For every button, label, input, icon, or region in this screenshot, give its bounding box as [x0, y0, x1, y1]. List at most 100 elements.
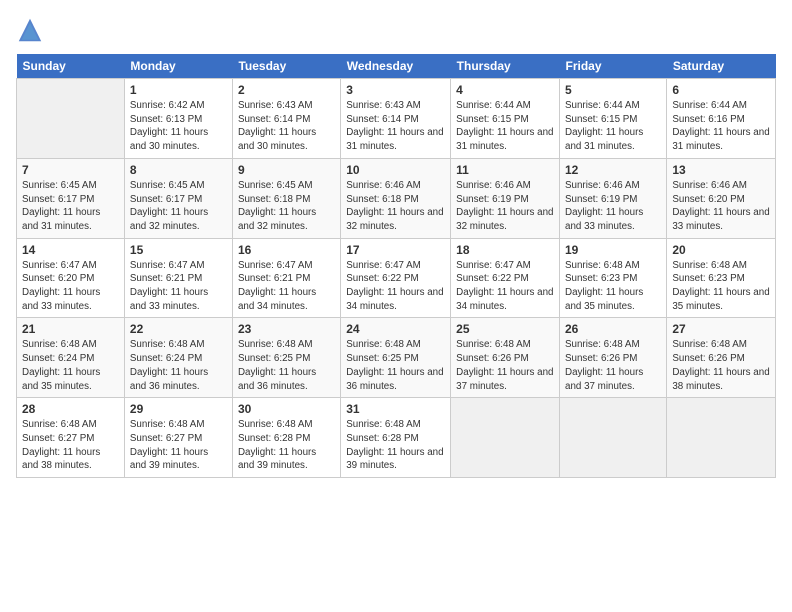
calendar-cell: 20 Sunrise: 6:48 AM Sunset: 6:23 PM Dayli… [667, 238, 776, 318]
day-info: Sunrise: 6:48 AM Sunset: 6:23 PM Dayligh… [565, 259, 661, 314]
day-number: 23 [238, 322, 335, 336]
day-info: Sunrise: 6:48 AM Sunset: 6:26 PM Dayligh… [565, 338, 661, 393]
calendar-cell: 13 Sunrise: 6:46 AM Sunset: 6:20 PM Dayli… [667, 158, 776, 238]
day-info: Sunrise: 6:47 AM Sunset: 6:22 PM Dayligh… [346, 259, 445, 314]
calendar-cell: 19 Sunrise: 6:48 AM Sunset: 6:23 PM Dayli… [560, 238, 667, 318]
calendar-cell: 1 Sunrise: 6:42 AM Sunset: 6:13 PM Daylig… [124, 79, 232, 159]
day-info: Sunrise: 6:45 AM Sunset: 6:17 PM Dayligh… [22, 179, 119, 234]
calendar-week-row: 21Sunrise: 6:48 AM Sunset: 6:24 PM Dayli… [17, 318, 776, 398]
calendar-cell: 28 Sunrise: 6:48 AM Sunset: 6:27 PM Dayli… [17, 398, 125, 478]
day-number: 19 [565, 243, 661, 257]
day-info: Sunrise: 6:48 AM Sunset: 6:27 PM Dayligh… [130, 418, 227, 473]
calendar-week-row: 7 Sunrise: 6:45 AM Sunset: 6:17 PM Daylig… [17, 158, 776, 238]
calendar-cell: 10Sunrise: 6:46 AM Sunset: 6:18 PM Dayli… [341, 158, 451, 238]
calendar-table: SundayMondayTuesdayWednesdayThursdayFrid… [16, 54, 776, 478]
calendar-cell: 12 Sunrise: 6:46 AM Sunset: 6:19 PM Dayli… [560, 158, 667, 238]
day-number: 29 [130, 402, 227, 416]
day-info: Sunrise: 6:45 AM Sunset: 6:17 PM Dayligh… [130, 179, 227, 234]
day-info: Sunrise: 6:46 AM Sunset: 6:20 PM Dayligh… [672, 179, 770, 234]
day-number: 31 [346, 402, 445, 416]
day-number: 6 [672, 83, 770, 97]
calendar-cell: 14 Sunrise: 6:47 AM Sunset: 6:20 PM Dayli… [17, 238, 125, 318]
calendar-header-wednesday: Wednesday [341, 54, 451, 79]
calendar-cell: 30Sunrise: 6:48 AM Sunset: 6:28 PM Dayli… [232, 398, 340, 478]
calendar-week-row: 1 Sunrise: 6:42 AM Sunset: 6:13 PM Daylig… [17, 79, 776, 159]
day-number: 17 [346, 243, 445, 257]
calendar-cell: 2 Sunrise: 6:43 AM Sunset: 6:14 PM Daylig… [232, 79, 340, 159]
day-number: 2 [238, 83, 335, 97]
day-number: 8 [130, 163, 227, 177]
day-info: Sunrise: 6:44 AM Sunset: 6:15 PM Dayligh… [565, 99, 661, 154]
day-info: Sunrise: 6:46 AM Sunset: 6:19 PM Dayligh… [456, 179, 554, 234]
day-number: 3 [346, 83, 445, 97]
calendar-header-monday: Monday [124, 54, 232, 79]
calendar-header-sunday: Sunday [17, 54, 125, 79]
day-info: Sunrise: 6:47 AM Sunset: 6:21 PM Dayligh… [238, 259, 335, 314]
day-info: Sunrise: 6:46 AM Sunset: 6:18 PM Dayligh… [346, 179, 445, 234]
day-number: 14 [22, 243, 119, 257]
calendar-cell: 5 Sunrise: 6:44 AM Sunset: 6:15 PM Daylig… [560, 79, 667, 159]
calendar-cell: 21Sunrise: 6:48 AM Sunset: 6:24 PM Dayli… [17, 318, 125, 398]
calendar-cell [17, 79, 125, 159]
calendar-cell: 16Sunrise: 6:47 AM Sunset: 6:21 PM Dayli… [232, 238, 340, 318]
day-number: 20 [672, 243, 770, 257]
day-info: Sunrise: 6:48 AM Sunset: 6:28 PM Dayligh… [238, 418, 335, 473]
calendar-cell: 24 Sunrise: 6:48 AM Sunset: 6:25 PM Dayli… [341, 318, 451, 398]
day-number: 28 [22, 402, 119, 416]
calendar-cell: 9Sunrise: 6:45 AM Sunset: 6:18 PM Daylig… [232, 158, 340, 238]
day-info: Sunrise: 6:45 AM Sunset: 6:18 PM Dayligh… [238, 179, 335, 234]
day-number: 13 [672, 163, 770, 177]
page-container: SundayMondayTuesdayWednesdayThursdayFrid… [0, 0, 792, 488]
calendar-cell: 3 Sunrise: 6:43 AM Sunset: 6:14 PM Daylig… [341, 79, 451, 159]
day-number: 5 [565, 83, 661, 97]
day-number: 1 [130, 83, 227, 97]
day-info: Sunrise: 6:47 AM Sunset: 6:20 PM Dayligh… [22, 259, 119, 314]
day-info: Sunrise: 6:48 AM Sunset: 6:23 PM Dayligh… [672, 259, 770, 314]
day-info: Sunrise: 6:44 AM Sunset: 6:15 PM Dayligh… [456, 99, 554, 154]
day-number: 15 [130, 243, 227, 257]
day-info: Sunrise: 6:48 AM Sunset: 6:24 PM Dayligh… [22, 338, 119, 393]
calendar-cell: 6Sunrise: 6:44 AM Sunset: 6:16 PM Daylig… [667, 79, 776, 159]
day-number: 7 [22, 163, 119, 177]
calendar-header-thursday: Thursday [451, 54, 560, 79]
day-info: Sunrise: 6:43 AM Sunset: 6:14 PM Dayligh… [346, 99, 445, 154]
day-info: Sunrise: 6:42 AM Sunset: 6:13 PM Dayligh… [130, 99, 227, 154]
calendar-cell: 11 Sunrise: 6:46 AM Sunset: 6:19 PM Dayli… [451, 158, 560, 238]
logo [16, 16, 48, 44]
calendar-week-row: 28 Sunrise: 6:48 AM Sunset: 6:27 PM Dayli… [17, 398, 776, 478]
calendar-cell [667, 398, 776, 478]
calendar-cell: 4 Sunrise: 6:44 AM Sunset: 6:15 PM Daylig… [451, 79, 560, 159]
calendar-cell [451, 398, 560, 478]
calendar-cell: 17 Sunrise: 6:47 AM Sunset: 6:22 PM Dayli… [341, 238, 451, 318]
calendar-cell: 23 Sunrise: 6:48 AM Sunset: 6:25 PM Dayli… [232, 318, 340, 398]
day-info: Sunrise: 6:48 AM Sunset: 6:25 PM Dayligh… [238, 338, 335, 393]
day-number: 18 [456, 243, 554, 257]
day-info: Sunrise: 6:48 AM Sunset: 6:26 PM Dayligh… [672, 338, 770, 393]
day-number: 22 [130, 322, 227, 336]
day-info: Sunrise: 6:48 AM Sunset: 6:25 PM Dayligh… [346, 338, 445, 393]
day-number: 4 [456, 83, 554, 97]
calendar-header-friday: Friday [560, 54, 667, 79]
day-info: Sunrise: 6:47 AM Sunset: 6:22 PM Dayligh… [456, 259, 554, 314]
day-number: 24 [346, 322, 445, 336]
calendar-cell: 7 Sunrise: 6:45 AM Sunset: 6:17 PM Daylig… [17, 158, 125, 238]
day-info: Sunrise: 6:43 AM Sunset: 6:14 PM Dayligh… [238, 99, 335, 154]
day-number: 26 [565, 322, 661, 336]
calendar-cell: 8 Sunrise: 6:45 AM Sunset: 6:17 PM Daylig… [124, 158, 232, 238]
calendar-cell: 27 Sunrise: 6:48 AM Sunset: 6:26 PM Dayli… [667, 318, 776, 398]
calendar-cell [560, 398, 667, 478]
day-info: Sunrise: 6:47 AM Sunset: 6:21 PM Dayligh… [130, 259, 227, 314]
page-header [16, 16, 776, 44]
day-info: Sunrise: 6:46 AM Sunset: 6:19 PM Dayligh… [565, 179, 661, 234]
calendar-cell: 15 Sunrise: 6:47 AM Sunset: 6:21 PM Dayli… [124, 238, 232, 318]
day-info: Sunrise: 6:48 AM Sunset: 6:27 PM Dayligh… [22, 418, 119, 473]
day-number: 12 [565, 163, 661, 177]
day-info: Sunrise: 6:48 AM Sunset: 6:24 PM Dayligh… [130, 338, 227, 393]
calendar-cell: 29 Sunrise: 6:48 AM Sunset: 6:27 PM Dayli… [124, 398, 232, 478]
day-number: 25 [456, 322, 554, 336]
day-info: Sunrise: 6:48 AM Sunset: 6:26 PM Dayligh… [456, 338, 554, 393]
day-number: 11 [456, 163, 554, 177]
calendar-week-row: 14 Sunrise: 6:47 AM Sunset: 6:20 PM Dayli… [17, 238, 776, 318]
day-number: 27 [672, 322, 770, 336]
day-info: Sunrise: 6:48 AM Sunset: 6:28 PM Dayligh… [346, 418, 445, 473]
